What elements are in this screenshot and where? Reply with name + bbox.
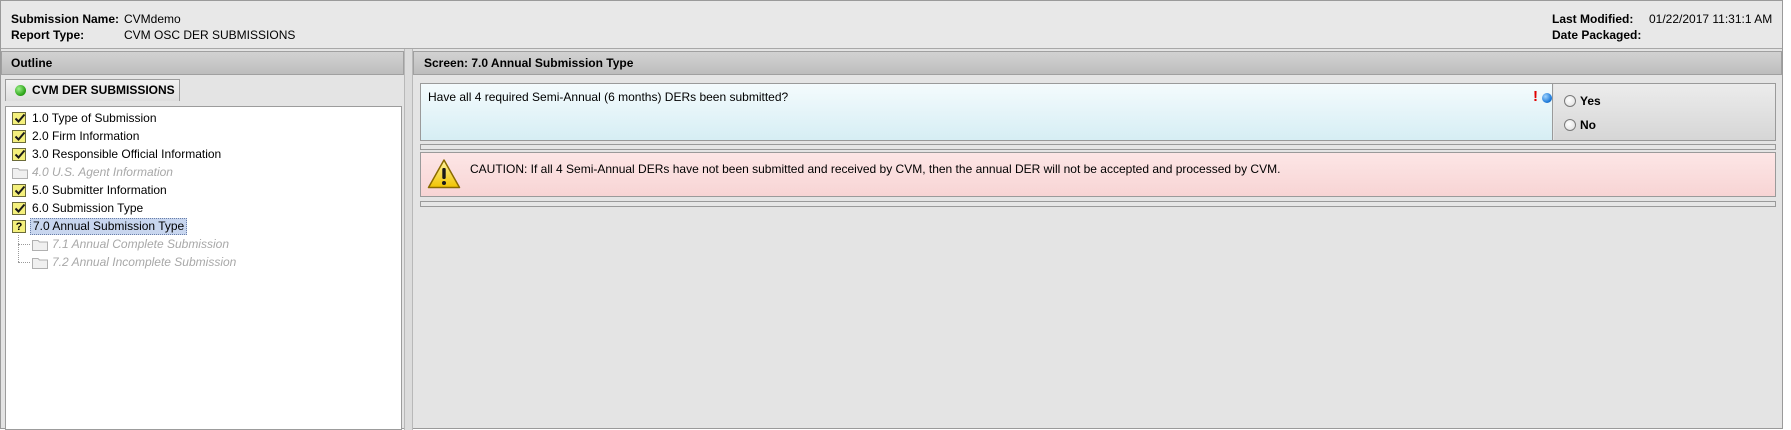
tree-connector-line: [18, 235, 19, 262]
screen-panel: Screen: 7.0 Annual Submission Type Have …: [413, 51, 1782, 430]
submission-name-value: CVMdemo: [124, 12, 181, 26]
tree-item-label: 5.0 Submitter Information: [32, 183, 167, 197]
screen-title: Screen: 7.0 Annual Submission Type: [413, 51, 1782, 75]
question-icon: ?: [12, 220, 26, 233]
outline-panel: Outline CVM DER SUBMISSIONS 1.0 Type of …: [1, 51, 404, 430]
radio-button-icon[interactable]: [1564, 95, 1576, 107]
tree-item-label: 1.0 Type of Submission: [32, 111, 157, 125]
check-icon: [12, 202, 26, 215]
warning-triangle-icon: [427, 158, 461, 193]
tree-item-label: 7.2 Annual Incomplete Submission: [52, 255, 237, 269]
question-text: Have all 4 required Semi-Annual (6 month…: [428, 90, 789, 104]
report-type-label: Report Type:: [11, 28, 85, 42]
info-blue-dot-icon[interactable]: [1542, 93, 1552, 103]
question-row: Have all 4 required Semi-Annual (6 month…: [420, 83, 1776, 141]
check-icon: [12, 130, 26, 143]
tree-item-label: 7.1 Annual Complete Submission: [52, 237, 229, 251]
tree-connector-line: [18, 262, 30, 263]
panel-splitter[interactable]: [404, 49, 413, 430]
app-window: Submission Name: CVMdemo Report Type: CV…: [0, 0, 1783, 430]
check-icon: [12, 112, 26, 125]
tree-item-label: 6.0 Submission Type: [32, 201, 144, 215]
date-packaged-label: Date Packaged:: [1552, 28, 1642, 42]
report-type-value: CVM OSC DER SUBMISSIONS: [124, 28, 296, 42]
outline-tab-cvm-der-submissions[interactable]: CVM DER SUBMISSIONS: [5, 79, 180, 101]
folder-icon: [32, 238, 48, 251]
caution-text: CAUTION: If all 4 Semi-Annual DERs have …: [470, 162, 1281, 176]
radio-no-label: No: [1580, 118, 1596, 132]
tree-item-label: 7.0 Annual Submission Type: [30, 218, 188, 235]
tree-item-label: 4.0 U.S. Agent Information: [32, 165, 173, 179]
outline-title: Outline: [1, 51, 404, 75]
required-exclamation-icon: !: [1533, 88, 1538, 105]
tree-item-label: 2.0 Firm Information: [32, 129, 140, 143]
section-divider: [420, 201, 1776, 207]
outline-tab-label: CVM DER SUBMISSIONS: [32, 83, 175, 97]
submission-name-label: Submission Name:: [11, 12, 120, 26]
check-icon: [12, 148, 26, 161]
question-box: Have all 4 required Semi-Annual (6 month…: [421, 84, 1553, 140]
outline-tree: 1.0 Type of Submission 2.0 Firm Informat…: [5, 106, 402, 430]
tree-connector-line: [18, 244, 30, 245]
last-modified-label: Last Modified:: [1552, 12, 1634, 26]
status-green-dot-icon: [15, 85, 26, 96]
radio-yes-label: Yes: [1580, 94, 1601, 108]
answer-options: Yes No: [1554, 84, 1775, 140]
radio-button-icon[interactable]: [1564, 119, 1576, 131]
folder-icon: [32, 256, 48, 269]
tree-item-label: 3.0 Responsible Official Information: [32, 147, 222, 161]
caution-box: CAUTION: If all 4 Semi-Annual DERs have …: [420, 152, 1776, 197]
folder-icon: [12, 166, 28, 179]
section-divider: [420, 144, 1776, 150]
submission-header: Submission Name: CVMdemo Report Type: CV…: [1, 1, 1782, 49]
check-icon: [12, 184, 26, 197]
last-modified-value: 01/22/2017 11:31:1 AM: [1649, 12, 1773, 26]
